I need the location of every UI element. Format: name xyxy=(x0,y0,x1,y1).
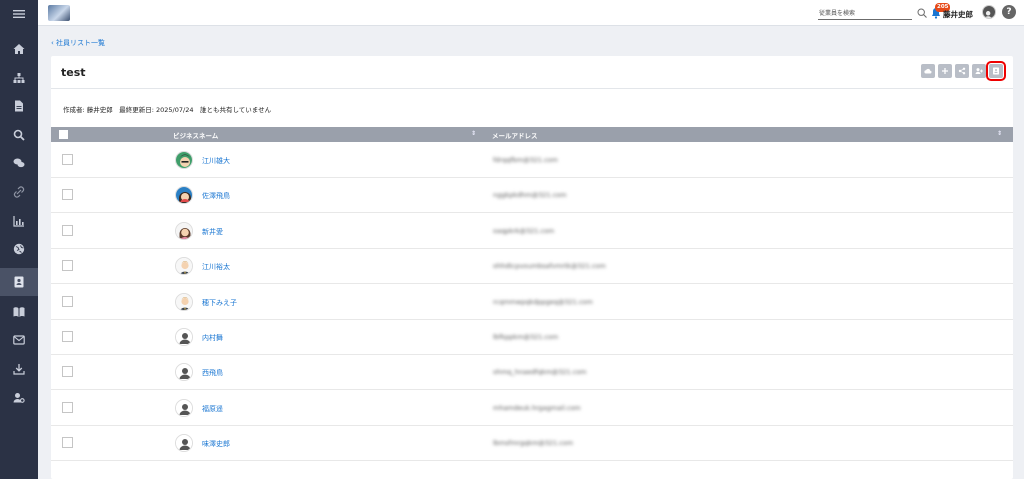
employee-search-input[interactable] xyxy=(818,8,912,20)
row-checkbox[interactable] xyxy=(62,437,73,449)
employee-email: ohhdtcpvoumbsafvmrtk@321.com xyxy=(493,262,606,271)
row-checkbox[interactable] xyxy=(62,366,73,378)
row-checkbox[interactable] xyxy=(62,154,73,165)
row-checkbox[interactable] xyxy=(62,295,73,307)
employee-avatar[interactable] xyxy=(175,363,193,382)
top-bar: 205 藤井史郎 ? xyxy=(38,0,1024,26)
employee-name-link[interactable]: 西飛鳥 xyxy=(202,368,223,378)
employee-name-link[interactable]: 福原遥 xyxy=(202,404,223,414)
share-button[interactable] xyxy=(955,64,969,78)
sort-icon[interactable]: ⇕ xyxy=(471,130,476,137)
table-row[interactable]: 味澤史郎 lbmsfmrgqkm@321.com xyxy=(51,426,1013,462)
globe-icon[interactable] xyxy=(0,235,38,263)
add-button[interactable] xyxy=(938,64,952,78)
plus-icon xyxy=(942,68,948,74)
row-checkbox[interactable] xyxy=(62,224,73,236)
company-logo[interactable] xyxy=(48,5,70,21)
employee-email: oaqpkrk@321.com xyxy=(493,226,555,235)
row-checkbox[interactable] xyxy=(62,331,73,342)
row-checkbox[interactable] xyxy=(62,401,73,413)
document-icon[interactable] xyxy=(0,92,38,120)
employee-name-link[interactable]: 穂下みえ子 xyxy=(202,298,237,308)
search-icon[interactable] xyxy=(917,8,927,18)
employee-avatar[interactable] xyxy=(175,257,193,276)
employee-avatar[interactable] xyxy=(175,186,193,205)
employee-name-link[interactable]: 江川裕太 xyxy=(202,262,230,272)
home-icon[interactable] xyxy=(0,35,38,63)
download-icon[interactable] xyxy=(0,355,38,383)
user-settings-icon[interactable] xyxy=(0,384,38,412)
employee-card-button[interactable] xyxy=(986,61,1006,81)
employee-name-link[interactable]: 佐澤飛鳥 xyxy=(202,191,230,201)
row-checkbox[interactable] xyxy=(62,260,73,272)
add-member-button[interactable] xyxy=(972,64,986,78)
back-link[interactable]: ‹ 社員リスト一覧 xyxy=(51,38,105,48)
list-title: test xyxy=(61,66,86,79)
employee-email: fdrqqfbm@321.com xyxy=(493,156,558,164)
table-header: ビジネスネーム ⇕ メールアドレス ⇕ xyxy=(51,127,1013,142)
employee-name-link[interactable]: 新井愛 xyxy=(202,227,223,237)
table-row[interactable]: 穂下みえ子 rcqmmwpqkdppgeq@321.com xyxy=(51,285,1013,320)
employee-email: nggkpkdhm@321.com xyxy=(493,191,567,200)
employee-avatar[interactable] xyxy=(175,151,193,169)
title-divider xyxy=(51,88,1013,89)
share-icon xyxy=(958,67,966,75)
cloud-upload-button[interactable] xyxy=(921,64,935,78)
help-icon[interactable]: ? xyxy=(1002,5,1016,19)
table-row[interactable]: 西飛鳥 ohmq_hnaedfqkm@321.com xyxy=(51,355,1013,391)
user-name[interactable]: 藤井史郎 xyxy=(943,9,973,20)
employee-list-icon[interactable] xyxy=(0,268,38,296)
employee-name-link[interactable]: 味澤史郎 xyxy=(202,439,230,449)
employee-email: rcqmmwpqkdppgeq@321.com xyxy=(493,297,593,306)
employee-avatar[interactable] xyxy=(175,434,193,453)
user-avatar[interactable] xyxy=(982,5,996,19)
table-row[interactable]: 内村舞 lbfkppkm@321.com xyxy=(51,320,1013,355)
list-meta: 作成者: 藤井史郎 最終更新日: 2025/07/24 誰とも共有していません xyxy=(63,106,272,114)
employee-avatar[interactable] xyxy=(175,221,193,240)
menu-icon[interactable] xyxy=(0,0,38,28)
employee-avatar[interactable] xyxy=(175,328,193,346)
table-row[interactable]: 江川雄大 fdrqqfbm@321.com xyxy=(51,143,1013,178)
employee-email: lbfkppkm@321.com xyxy=(493,333,559,341)
row-checkbox[interactable] xyxy=(62,189,73,201)
employee-email: mhamdeuk.hrgagmail.com xyxy=(493,403,581,412)
employee-email: ohmq_hnaedfqkm@321.com xyxy=(493,368,587,377)
column-email[interactable]: メールアドレス xyxy=(492,130,538,140)
employee-name-link[interactable]: 内村舞 xyxy=(202,333,223,343)
employee-email: lbmsfmrgqkm@321.com xyxy=(493,439,574,448)
org-chart-icon[interactable] xyxy=(0,64,38,92)
search-icon[interactable] xyxy=(0,121,38,149)
table-row[interactable]: 新井愛 oaqpkrk@321.com xyxy=(51,214,1013,249)
cloud-icon xyxy=(924,68,932,74)
book-icon[interactable] xyxy=(0,298,38,326)
column-business-name[interactable]: ビジネスネーム xyxy=(173,130,218,140)
table-row[interactable]: 福原遥 mhamdeuk.hrgagmail.com xyxy=(51,391,1013,426)
back-link-label[interactable]: 社員リスト一覧 xyxy=(56,39,105,47)
table-row[interactable]: 佐澤飛鳥 nggkpkdhm@321.com xyxy=(51,178,1013,214)
mail-icon[interactable] xyxy=(0,326,38,354)
employee-avatar[interactable] xyxy=(175,398,193,417)
link-icon[interactable] xyxy=(0,178,38,206)
chat-icon[interactable] xyxy=(0,149,38,177)
employee-name-link[interactable]: 江川雄大 xyxy=(202,156,230,166)
add-user-icon xyxy=(975,68,983,74)
toolbar xyxy=(921,61,1006,81)
chart-icon[interactable] xyxy=(0,207,38,235)
select-all-checkbox[interactable] xyxy=(59,130,68,139)
table-row[interactable]: 江川裕太 ohhdtcpvoumbsafvmrtk@321.com xyxy=(51,249,1013,285)
sidebar xyxy=(0,0,38,479)
employee-avatar[interactable] xyxy=(175,292,193,311)
employee-card-icon xyxy=(993,67,999,75)
list-card: test 作成者: 藤井史郎 最終更新日: 2025/07/24 誰とも共有して… xyxy=(51,56,1013,479)
sort-icon[interactable]: ⇕ xyxy=(997,130,1002,137)
